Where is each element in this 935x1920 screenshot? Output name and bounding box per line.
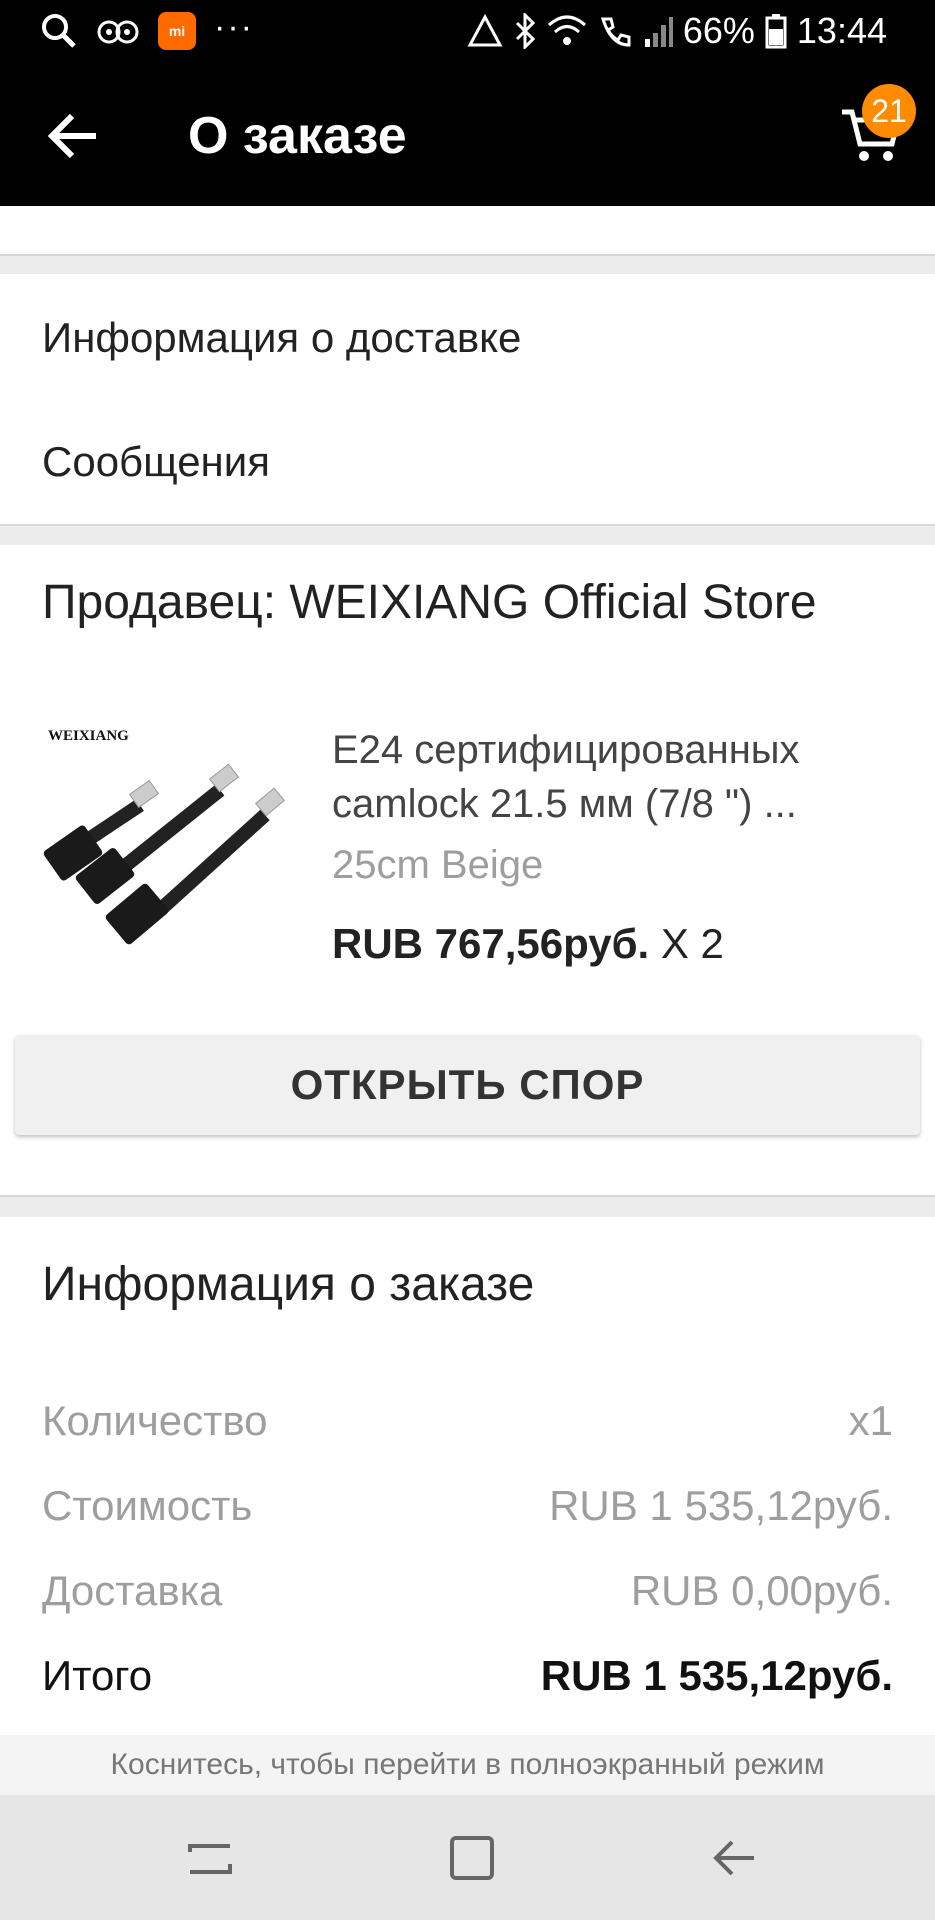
search-icon xyxy=(42,14,76,48)
shipping-row: Доставка RUB 0,00руб. xyxy=(42,1567,893,1614)
app-bar: О заказе 21 xyxy=(0,66,935,206)
page-title: О заказе xyxy=(188,107,407,165)
wifi-calling-icon xyxy=(600,17,631,47)
cost-row: Стоимость RUB 1 535,12руб. xyxy=(42,1482,893,1529)
messages-link[interactable]: Сообщения xyxy=(42,438,270,486)
quantity-row: Количество x1 xyxy=(42,1397,893,1444)
battery-icon xyxy=(765,14,787,49)
product-variant: 25cm Beige xyxy=(332,843,544,887)
status-bar: mi ··· 66% 13:44 xyxy=(0,0,935,66)
seller-card: Продавец: WEIXIANG Official Store WEIXIA… xyxy=(0,545,935,1197)
seller-name[interactable]: Продавец: WEIXIANG Official Store xyxy=(42,575,817,630)
product-quantity: X 2 xyxy=(649,920,724,967)
product-price: RUB 767,56руб. X 2 xyxy=(332,920,724,967)
top-strip xyxy=(0,206,935,256)
order-menu-card: Информация о доставке Сообщения xyxy=(0,274,935,526)
order-info-title: Информация о заказе xyxy=(42,1258,535,1311)
recent-apps-icon[interactable] xyxy=(182,1830,238,1886)
total-row: Итого RUB 1 535,12руб. xyxy=(42,1652,893,1699)
data-saver-icon xyxy=(467,13,503,47)
product-title[interactable]: E24 сертифицированных camlock 21.5 мм (7… xyxy=(332,723,902,831)
signal-icon xyxy=(644,17,673,47)
cart-count-badge: 21 xyxy=(862,84,916,138)
wifi-icon xyxy=(547,15,586,45)
system-navigation-bar xyxy=(0,1795,935,1920)
back-nav-icon[interactable] xyxy=(706,1830,762,1886)
tripadvisor-icon xyxy=(97,20,139,44)
product-image[interactable]: WEIXIANG xyxy=(40,720,300,960)
mi-app-icon: mi xyxy=(158,12,196,50)
open-dispute-button[interactable]: ОТКРЫТЬ СПОР xyxy=(15,1035,920,1135)
bluetooth-icon xyxy=(515,13,535,49)
battery-percent: 66% xyxy=(682,10,755,51)
delivery-info-link[interactable]: Информация о доставке xyxy=(42,314,521,362)
more-notifications-icon: ··· xyxy=(214,7,254,46)
back-arrow-icon[interactable] xyxy=(44,106,104,166)
order-info-card: Информация о заказе Количество x1 Стоимос… xyxy=(0,1217,935,1735)
clock: 13:44 xyxy=(796,10,887,51)
fullscreen-hint[interactable]: Коснитесь, чтобы перейти в полноэкранный… xyxy=(0,1735,935,1795)
home-icon[interactable] xyxy=(444,1830,500,1886)
brand-logo-text: WEIXIANG xyxy=(48,728,129,744)
